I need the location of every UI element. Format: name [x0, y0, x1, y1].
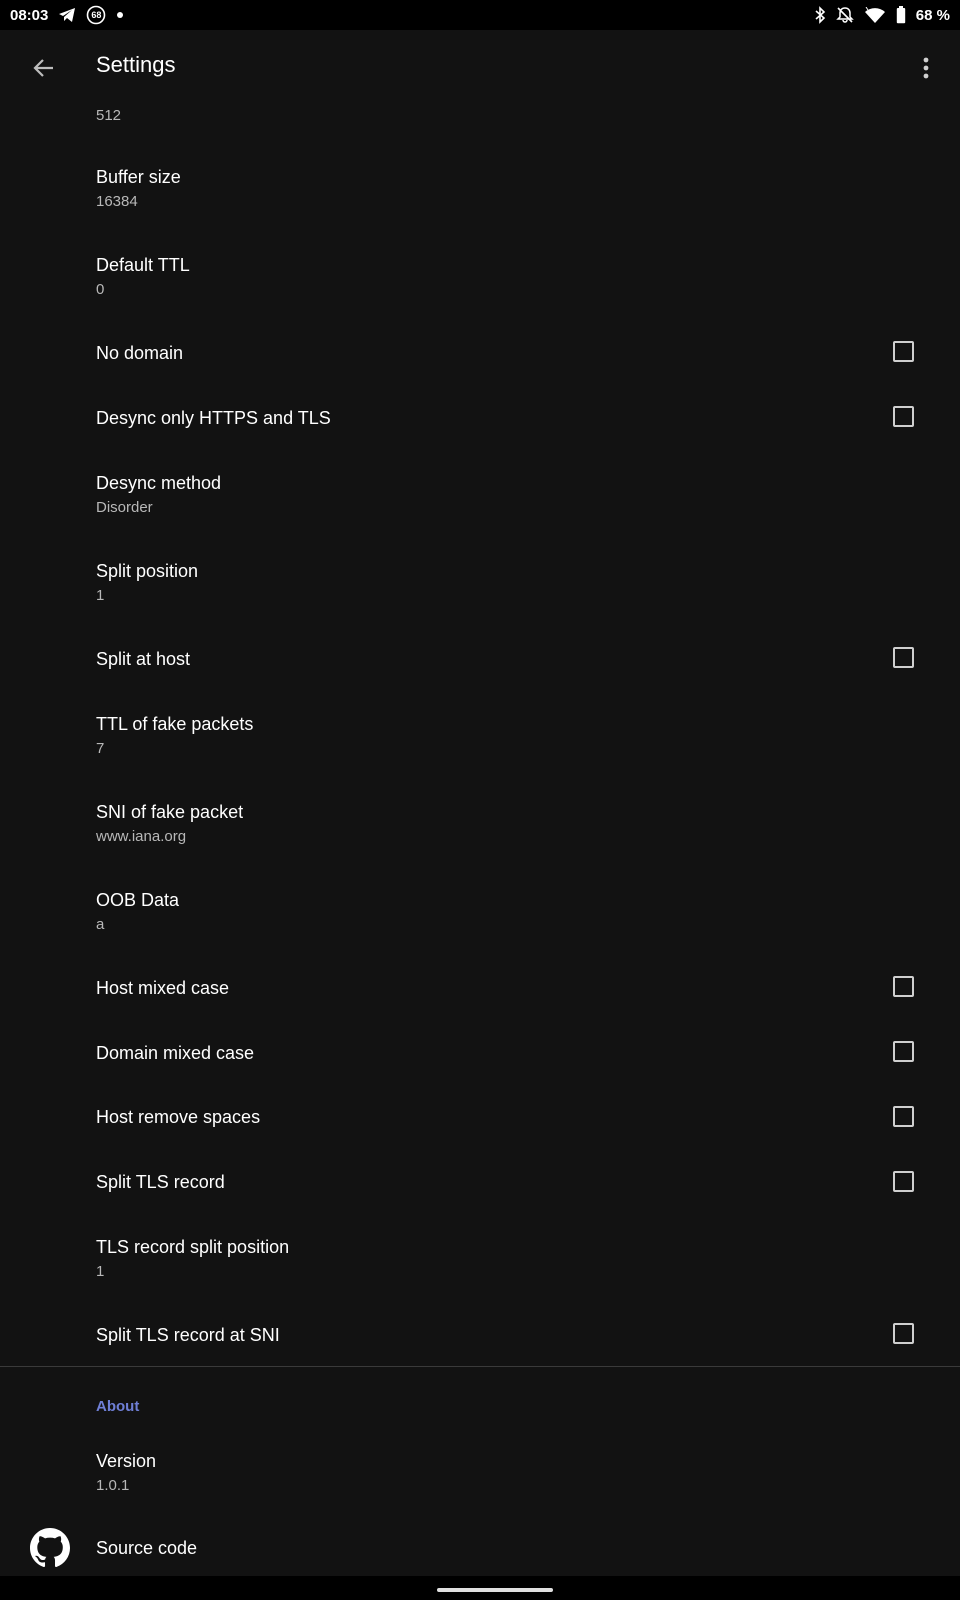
setting-summary: 512 — [96, 107, 122, 124]
setting-title: Host mixed case — [96, 978, 230, 998]
setting-title: Desync method — [96, 473, 222, 493]
setting-title: SNI of fake packet — [96, 802, 244, 822]
setting-summary: a — [96, 916, 105, 933]
setting-summary: 1.0.1 — [96, 1477, 130, 1494]
category-about: About — [96, 1398, 140, 1415]
setting-version[interactable]: Version 1.0.1 — [96, 1450, 916, 1496]
split-tls-record-checkbox[interactable] — [893, 1171, 914, 1192]
page-title: Settings — [96, 52, 176, 77]
status-bar: 08:03 68 68 % — [0, 0, 960, 30]
setting-summary: 16384 — [96, 193, 138, 210]
split-at-host-checkbox[interactable] — [893, 647, 914, 668]
desync-only-https-checkbox[interactable] — [893, 406, 914, 427]
setting-summary: 0 — [96, 281, 105, 298]
badge-number: 68 — [91, 10, 102, 20]
wifi-icon — [864, 7, 886, 23]
clock: 08:03 — [10, 6, 49, 24]
setting-title: Default TTL — [96, 255, 190, 275]
setting-summary: 1 — [96, 587, 105, 604]
setting-default-ttl[interactable]: Default TTL 0 — [96, 254, 916, 300]
setting-host-remove-spaces[interactable]: Host remove spaces — [96, 1106, 916, 1128]
setting-summary: 7 — [96, 740, 105, 757]
setting-title: OOB Data — [96, 890, 180, 910]
partial-setting-item[interactable]: 512 — [96, 102, 916, 126]
setting-title: Source code — [96, 1538, 198, 1558]
battery-icon — [896, 6, 906, 24]
setting-title: Split TLS record at SNI — [96, 1325, 280, 1345]
setting-title: TTL of fake packets — [96, 714, 254, 734]
setting-title: Buffer size — [96, 167, 181, 187]
domain-mixed-case-checkbox[interactable] — [893, 1041, 914, 1062]
github-icon — [30, 1528, 70, 1568]
setting-summary: 1 — [96, 1263, 105, 1280]
setting-title: Desync only HTTPS and TLS — [96, 408, 331, 428]
gesture-handle[interactable] — [437, 1588, 553, 1592]
setting-domain-mixed-case[interactable]: Domain mixed case — [96, 1042, 916, 1064]
setting-split-at-host[interactable]: Split at host — [96, 648, 916, 670]
no-domain-checkbox[interactable] — [893, 341, 914, 362]
setting-buffer-size[interactable]: Buffer size 16384 — [96, 166, 916, 212]
mute-icon — [835, 6, 854, 24]
host-mixed-case-checkbox[interactable] — [893, 976, 914, 997]
setting-desync-method[interactable]: Desync method Disorder — [96, 472, 916, 518]
setting-split-tls-record-at-sni[interactable]: Split TLS record at SNI — [96, 1324, 916, 1346]
section-divider — [0, 1366, 960, 1367]
setting-summary: Disorder — [96, 499, 153, 516]
battery-percent: 68 % — [915, 6, 950, 24]
bluetooth-icon — [814, 6, 826, 24]
setting-title: Split TLS record — [96, 1172, 225, 1192]
host-remove-spaces-checkbox[interactable] — [893, 1106, 914, 1127]
app-bar: Settings — [0, 30, 960, 106]
arrow-back-icon[interactable] — [26, 50, 62, 86]
setting-source-code[interactable]: Source code — [96, 1537, 916, 1559]
setting-title: Host remove spaces — [96, 1107, 261, 1127]
setting-split-position[interactable]: Split position 1 — [96, 560, 916, 606]
navigation-bar — [0, 1576, 960, 1600]
setting-split-tls-record[interactable]: Split TLS record — [96, 1171, 916, 1193]
setting-title: Split position — [96, 561, 199, 581]
setting-title: Domain mixed case — [96, 1043, 255, 1063]
split-tls-record-at-sni-checkbox[interactable] — [893, 1323, 914, 1344]
setting-host-mixed-case[interactable]: Host mixed case — [96, 977, 916, 999]
notification-badge-icon: 68 — [86, 5, 106, 25]
setting-ttl-fake-packets[interactable]: TTL of fake packets 7 — [96, 713, 916, 759]
dot-icon — [116, 11, 124, 19]
setting-oob-data[interactable]: OOB Data a — [96, 889, 916, 935]
setting-title: Split at host — [96, 649, 191, 669]
setting-desync-only-https[interactable]: Desync only HTTPS and TLS — [96, 407, 916, 429]
setting-title: Version — [96, 1451, 157, 1471]
setting-summary: www.iana.org — [96, 828, 187, 845]
setting-title: No domain — [96, 343, 184, 363]
telegram-icon — [58, 7, 76, 23]
setting-sni-fake-packet[interactable]: SNI of fake packet www.iana.org — [96, 801, 916, 847]
setting-tls-record-split-position[interactable]: TLS record split position 1 — [96, 1236, 916, 1282]
setting-title: TLS record split position — [96, 1237, 290, 1257]
setting-no-domain[interactable]: No domain — [96, 342, 916, 364]
more-vert-icon[interactable] — [906, 48, 946, 88]
